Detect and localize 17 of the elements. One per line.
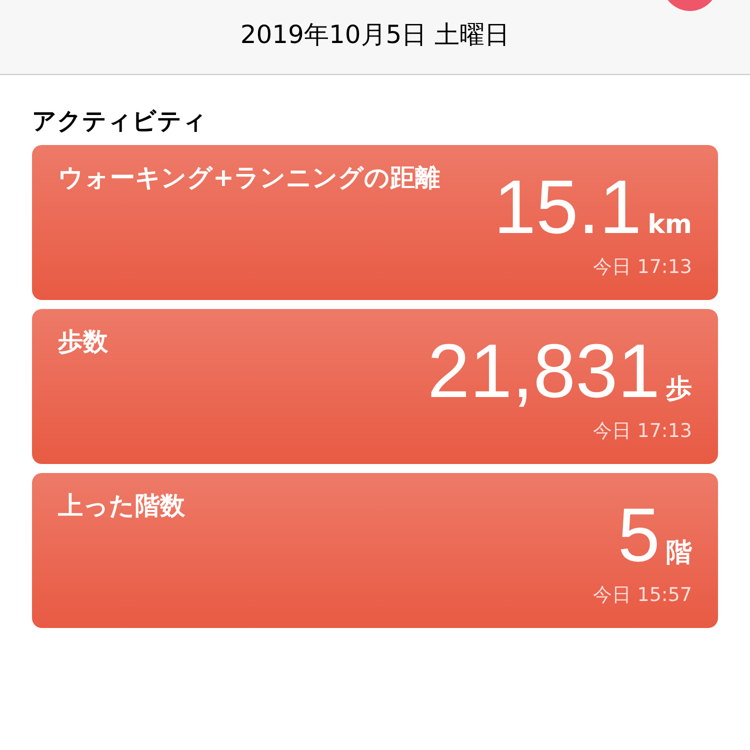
card-time: 今日 15:57: [593, 583, 692, 608]
date-title: 2019年10月5日 土曜日: [240, 18, 510, 50]
card-unit: km: [648, 210, 692, 240]
card-value: 15.1: [494, 170, 642, 246]
activity-card[interactable]: 歩数 21,831 歩 今日 17:13: [32, 309, 718, 464]
activity-card[interactable]: ウォーキング+ランニングの距離 15.1 km 今日 17:13: [32, 145, 718, 300]
card-unit: 歩: [666, 373, 692, 406]
card-unit: 階: [666, 537, 692, 570]
card-title: 上った階数: [58, 490, 186, 522]
card-time: 今日 17:13: [593, 255, 692, 280]
card-title: 歩数: [58, 326, 109, 358]
card-value: 21,831: [428, 334, 660, 410]
card-title: ウォーキング+ランニングの距離: [58, 162, 441, 194]
card-time: 今日 17:13: [593, 419, 692, 444]
section-title: アクティビティ: [31, 106, 208, 137]
activity-card[interactable]: 上った階数 5 階 今日 15:57: [32, 473, 718, 628]
card-value: 5: [618, 498, 660, 574]
